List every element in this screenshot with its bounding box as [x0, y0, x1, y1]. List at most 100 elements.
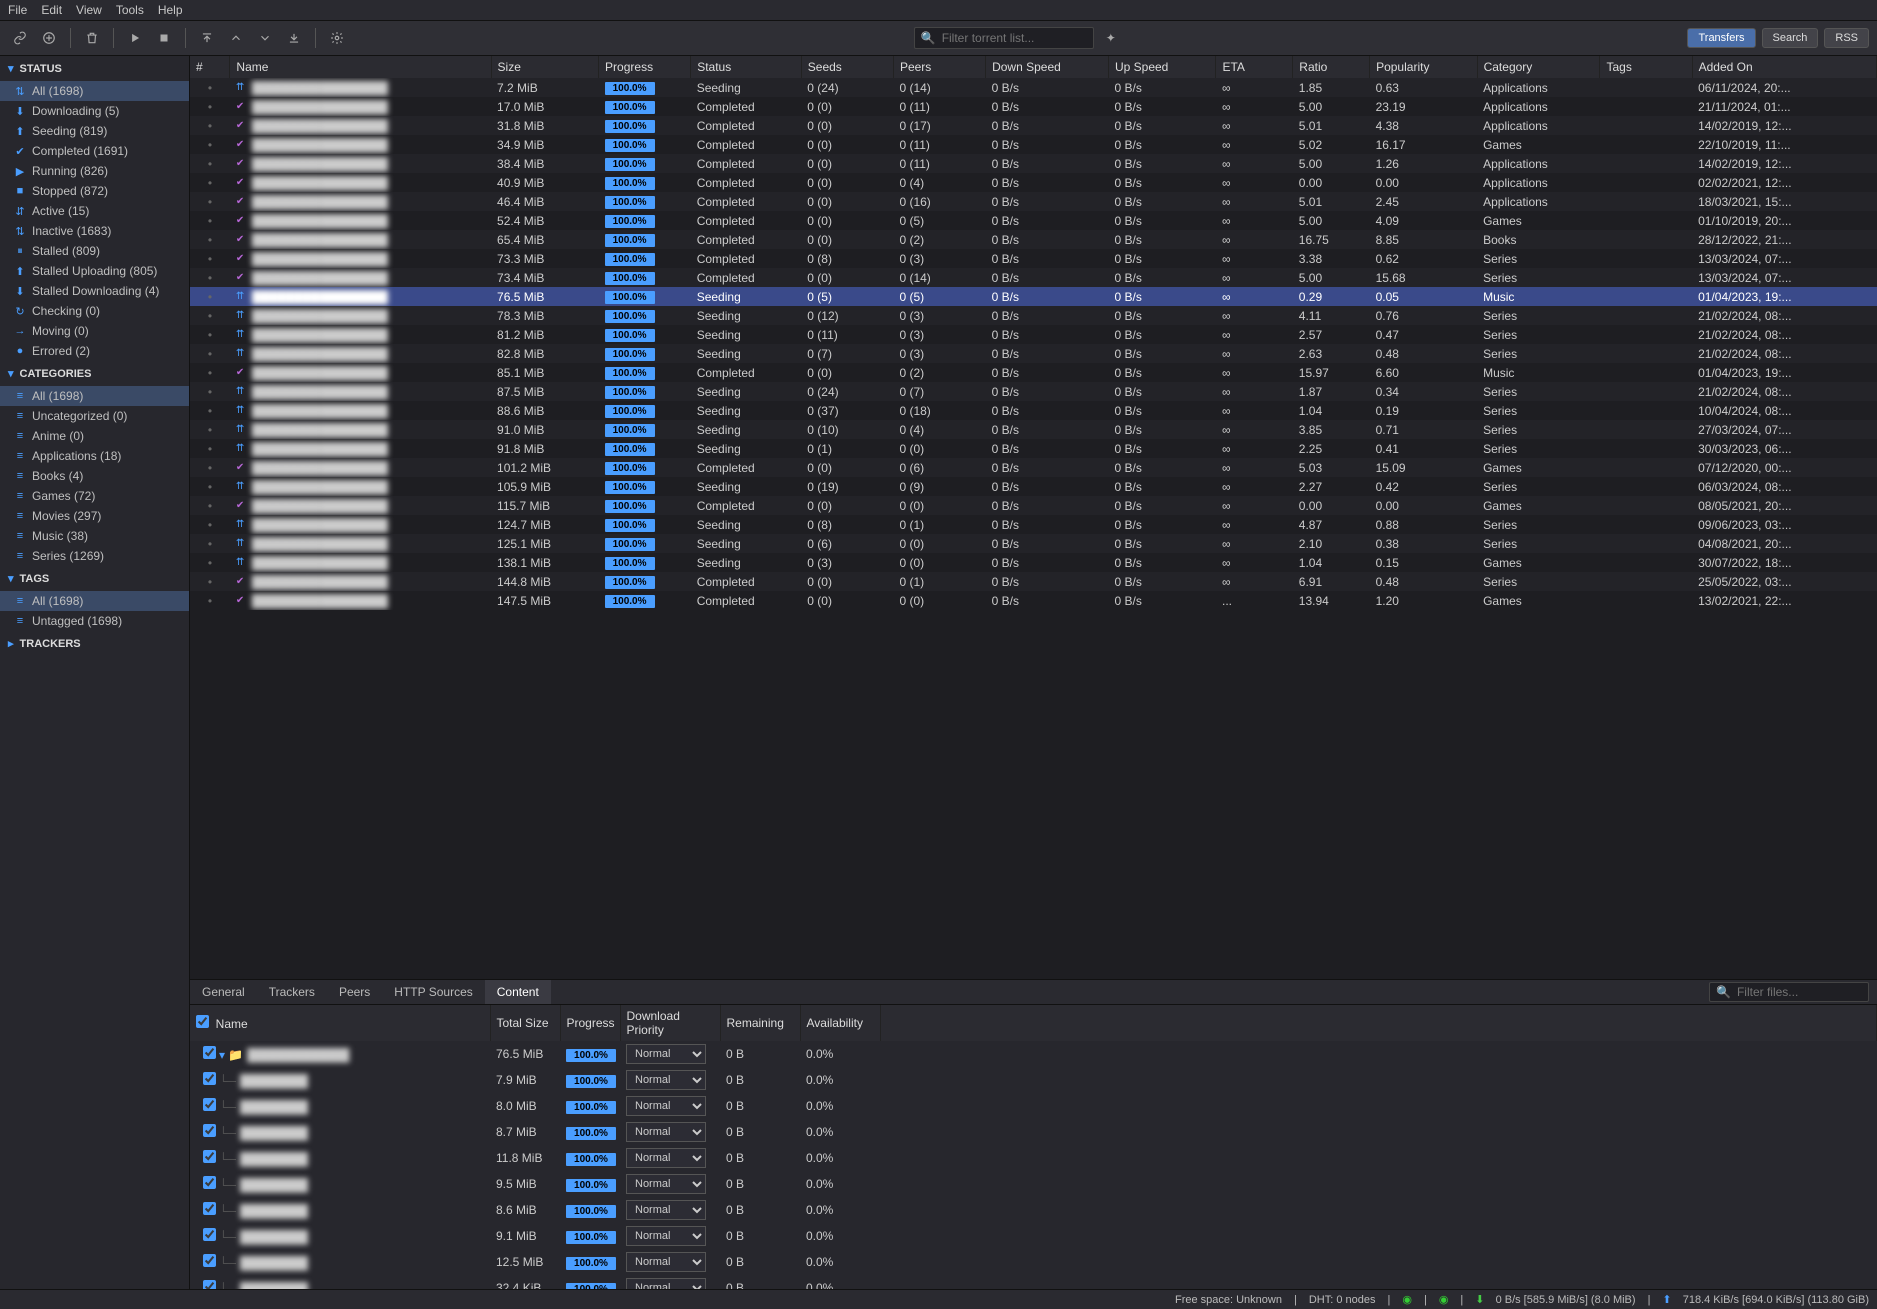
file-checkbox[interactable] — [203, 1124, 216, 1137]
priority-select[interactable]: Normal — [626, 1044, 706, 1064]
sidebar-item[interactable]: ⬆Seeding (819) — [0, 121, 189, 141]
torrent-row[interactable]: •✔████████████████73.4 MiB100.0%Complete… — [190, 268, 1877, 287]
sidebar-section-trackers[interactable]: ▸TRACKERS — [0, 631, 189, 656]
menu-tools[interactable]: Tools — [116, 3, 144, 17]
move-down-button[interactable] — [253, 26, 277, 50]
col-added[interactable]: Added On — [1692, 56, 1876, 78]
priority-select[interactable]: Normal — [626, 1174, 706, 1194]
tab-trackers[interactable]: Trackers — [257, 980, 327, 1004]
col-category[interactable]: Category — [1477, 56, 1600, 78]
file-col-progress[interactable]: Progress — [560, 1005, 620, 1041]
priority-select[interactable]: Normal — [626, 1252, 706, 1272]
priority-select[interactable]: Normal — [626, 1200, 706, 1220]
torrent-row[interactable]: •✔████████████████101.2 MiB100.0%Complet… — [190, 458, 1877, 477]
sidebar-item[interactable]: ≡Music (38) — [0, 526, 189, 546]
torrent-row[interactable]: •⇈████████████████7.2 MiB100.0%Seeding0 … — [190, 78, 1877, 97]
tab-peers[interactable]: Peers — [327, 980, 382, 1004]
file-col-priority[interactable]: Download Priority — [620, 1005, 720, 1041]
tab-rss[interactable]: RSS — [1824, 28, 1869, 48]
sidebar-item[interactable]: ≡Games (72) — [0, 486, 189, 506]
file-row[interactable]: └─████████12.5 MiB100.0%Normal0 B0.0% — [190, 1249, 1877, 1275]
tab-http-sources[interactable]: HTTP Sources — [382, 980, 484, 1004]
add-file-button[interactable] — [37, 26, 61, 50]
sidebar-item[interactable]: ≡Uncategorized (0) — [0, 406, 189, 426]
file-row[interactable]: └─████████9.5 MiB100.0%Normal0 B0.0% — [190, 1171, 1877, 1197]
torrent-row[interactable]: •⇈████████████████138.1 MiB100.0%Seeding… — [190, 553, 1877, 572]
file-checkbox[interactable] — [203, 1228, 216, 1241]
sidebar-item[interactable]: ⬇Downloading (5) — [0, 101, 189, 121]
tab-transfers[interactable]: Transfers — [1687, 28, 1755, 48]
file-filter-box[interactable]: 🔍 — [1709, 982, 1869, 1002]
sidebar-item[interactable]: ●Errored (2) — [0, 341, 189, 361]
file-row[interactable]: └─████████7.9 MiB100.0%Normal0 B0.0% — [190, 1067, 1877, 1093]
sidebar-item[interactable]: ⇅Inactive (1683) — [0, 221, 189, 241]
col-progress[interactable]: Progress — [599, 56, 691, 78]
torrent-row[interactable]: •✔████████████████38.4 MiB100.0%Complete… — [190, 154, 1877, 173]
torrent-row[interactable]: •⇈████████████████81.2 MiB100.0%Seeding0… — [190, 325, 1877, 344]
sidebar-item[interactable]: ⏸Stalled (809) — [0, 241, 189, 261]
file-filter-input[interactable] — [1737, 985, 1877, 999]
col-eta[interactable]: ETA — [1216, 56, 1293, 78]
file-select-all[interactable] — [196, 1015, 209, 1028]
sidebar-section-status[interactable]: ▾STATUS — [0, 56, 189, 81]
torrent-row[interactable]: •✔████████████████34.9 MiB100.0%Complete… — [190, 135, 1877, 154]
sidebar-item[interactable]: ⬇Stalled Downloading (4) — [0, 281, 189, 301]
priority-select[interactable]: Normal — [626, 1122, 706, 1142]
torrent-row[interactable]: •✔████████████████52.4 MiB100.0%Complete… — [190, 211, 1877, 230]
torrent-row[interactable]: •✔████████████████73.3 MiB100.0%Complete… — [190, 249, 1877, 268]
menu-view[interactable]: View — [76, 3, 102, 17]
col-seeds[interactable]: Seeds — [801, 56, 893, 78]
col-up-speed[interactable]: Up Speed — [1108, 56, 1216, 78]
torrent-row[interactable]: •✔████████████████46.4 MiB100.0%Complete… — [190, 192, 1877, 211]
file-row[interactable]: └─████████9.1 MiB100.0%Normal0 B0.0% — [190, 1223, 1877, 1249]
torrent-row[interactable]: •✔████████████████65.4 MiB100.0%Complete… — [190, 230, 1877, 249]
torrent-row[interactable]: •⇈████████████████124.7 MiB100.0%Seeding… — [190, 515, 1877, 534]
priority-select[interactable]: Normal — [626, 1096, 706, 1116]
sidebar-item[interactable]: →Moving (0) — [0, 321, 189, 341]
sidebar-item[interactable]: ▶Running (826) — [0, 161, 189, 181]
torrent-row[interactable]: •✔████████████████147.5 MiB100.0%Complet… — [190, 591, 1877, 610]
connection-status-icon[interactable]: ◉ — [1402, 1293, 1412, 1306]
priority-select[interactable]: Normal — [626, 1278, 706, 1289]
col-num[interactable]: # — [190, 56, 230, 78]
torrent-row[interactable]: •✔████████████████31.8 MiB100.0%Complete… — [190, 116, 1877, 135]
menu-edit[interactable]: Edit — [41, 3, 62, 17]
sidebar-item[interactable]: ⬆Stalled Uploading (805) — [0, 261, 189, 281]
move-bottom-button[interactable] — [282, 26, 306, 50]
torrent-row[interactable]: •⇈████████████████91.8 MiB100.0%Seeding0… — [190, 439, 1877, 458]
col-ratio[interactable]: Ratio — [1293, 56, 1370, 78]
file-checkbox[interactable] — [203, 1202, 216, 1215]
sidebar-item[interactable]: ✔Completed (1691) — [0, 141, 189, 161]
file-checkbox[interactable] — [203, 1150, 216, 1163]
torrent-row[interactable]: •✔████████████████115.7 MiB100.0%Complet… — [190, 496, 1877, 515]
sidebar-item[interactable]: ≡Anime (0) — [0, 426, 189, 446]
sidebar-section-tags[interactable]: ▾TAGS — [0, 566, 189, 591]
col-peers[interactable]: Peers — [893, 56, 985, 78]
file-col-remaining[interactable]: Remaining — [720, 1005, 800, 1041]
sidebar-item[interactable]: ↻Checking (0) — [0, 301, 189, 321]
file-col-size[interactable]: Total Size — [490, 1005, 560, 1041]
torrent-table-wrapper[interactable]: # Name Size Progress Status Seeds Peers … — [190, 56, 1877, 979]
file-checkbox[interactable] — [203, 1254, 216, 1267]
file-col-availability[interactable]: Availability — [800, 1005, 880, 1041]
file-row[interactable]: ▾ 📁████████████76.5 MiB100.0%Normal0 B0.… — [190, 1041, 1877, 1067]
torrent-row[interactable]: •⇈████████████████125.1 MiB100.0%Seeding… — [190, 534, 1877, 553]
priority-select[interactable]: Normal — [626, 1226, 706, 1246]
clear-filter-button[interactable]: ✦ — [1099, 26, 1123, 50]
alt-speed-icon[interactable]: ◉ — [1439, 1293, 1449, 1306]
file-row[interactable]: └─████████8.0 MiB100.0%Normal0 B0.0% — [190, 1093, 1877, 1119]
file-row[interactable]: └─████████32.4 KiB100.0%Normal0 B0.0% — [190, 1275, 1877, 1289]
tab-content[interactable]: Content — [485, 980, 551, 1004]
torrent-row[interactable]: •✔████████████████144.8 MiB100.0%Complet… — [190, 572, 1877, 591]
torrent-row[interactable]: •⇈████████████████76.5 MiB100.0%Seeding0… — [190, 287, 1877, 306]
file-checkbox[interactable] — [203, 1098, 216, 1111]
file-checkbox[interactable] — [203, 1280, 216, 1289]
status-download[interactable]: ⬇ 0 B/s [585.9 MiB/s] (8.0 MiB) — [1475, 1293, 1635, 1306]
move-top-button[interactable] — [195, 26, 219, 50]
sidebar-item[interactable]: ≡All (1698) — [0, 386, 189, 406]
tab-search[interactable]: Search — [1762, 28, 1819, 48]
sidebar-item[interactable]: ≡Movies (297) — [0, 506, 189, 526]
torrent-row[interactable]: •⇈████████████████82.8 MiB100.0%Seeding0… — [190, 344, 1877, 363]
tab-general[interactable]: General — [190, 980, 257, 1004]
col-tags[interactable]: Tags — [1600, 56, 1692, 78]
